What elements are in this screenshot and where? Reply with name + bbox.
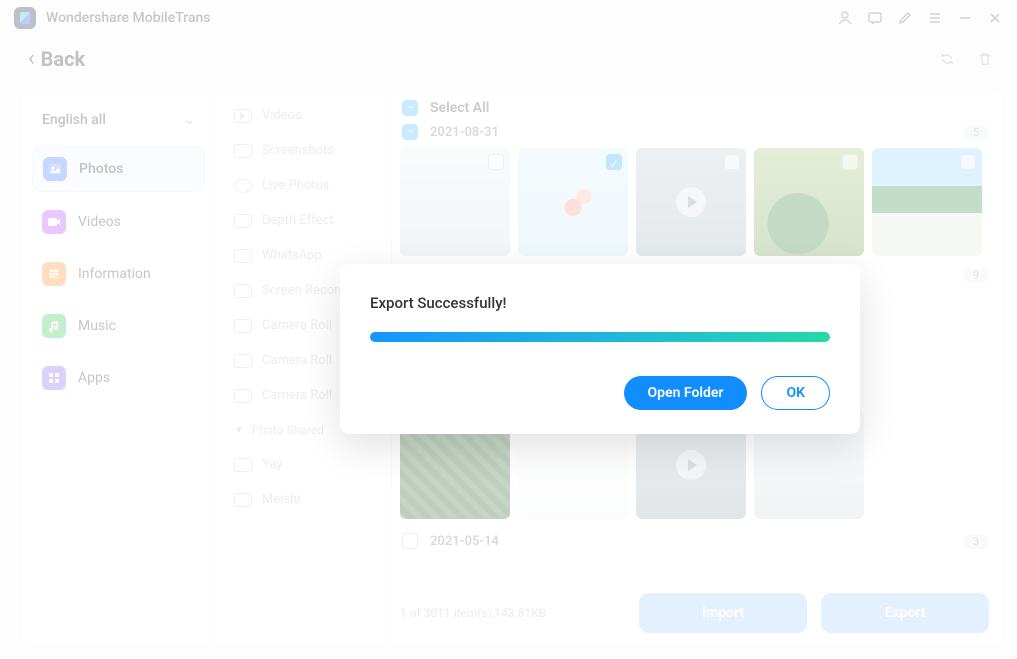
progress-bar xyxy=(370,332,830,342)
open-folder-label: Open Folder xyxy=(648,385,724,401)
open-folder-button[interactable]: Open Folder xyxy=(624,376,748,410)
export-success-modal: Export Successfully! Open Folder OK xyxy=(340,264,860,434)
modal-title: Export Successfully! xyxy=(370,294,830,312)
modal-actions: Open Folder OK xyxy=(370,376,830,410)
ok-label: OK xyxy=(786,385,805,401)
ok-button[interactable]: OK xyxy=(761,376,830,410)
